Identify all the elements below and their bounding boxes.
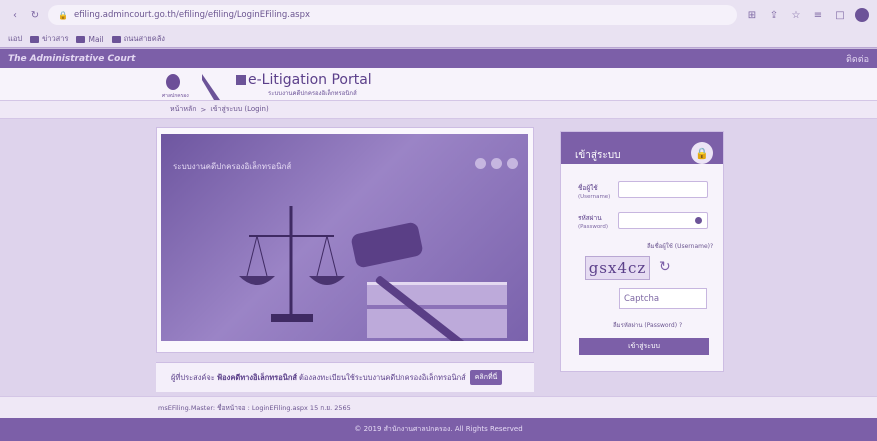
refresh-icon[interactable]: ↻: [659, 259, 671, 275]
bookmark-icon: [30, 35, 40, 43]
reload-icon[interactable]: ↻: [28, 8, 42, 22]
slider-dot[interactable]: [475, 158, 486, 169]
bookmark-icon: [111, 35, 121, 43]
contact-link[interactable]: ติดต่อ: [846, 52, 869, 66]
login-header: เข้าสู่ระบบ 🔒: [561, 132, 723, 164]
password-input[interactable]: [618, 212, 708, 229]
menu-list-icon[interactable]: ≡: [811, 8, 825, 22]
eye-icon[interactable]: [695, 217, 702, 224]
registration-notice: ผู้ที่ประสงค์จะ ฟ้องคดีทางอิเล็กทรอนิกส์…: [156, 362, 534, 392]
password-label: รหัสผ่าน (Password): [578, 214, 608, 230]
share-icon[interactable]: ⇪: [767, 8, 781, 22]
lock-icon: 🔒: [691, 142, 713, 164]
portal-logo-icon: [236, 75, 246, 85]
bookmark-mail[interactable]: Mail: [76, 35, 104, 44]
hero-caption: ระบบงานคดีปกครองอิเล็กทรอนิกส์: [173, 162, 292, 171]
portal-subtitle: ระบบงานคดีปกครองอิเล็กทรอนิกส์: [268, 90, 357, 97]
portal-title: e-Litigation Portal: [236, 72, 372, 88]
site-footer: © 2019 สำนักงานศาลปกครอง. All Rights Res…: [0, 418, 877, 441]
swoosh-logo-icon: [202, 74, 220, 100]
breadcrumb-current: เข้าสู่ระบบ (Login): [210, 105, 269, 113]
court-emblem-icon: [166, 74, 180, 90]
captcha-image: gsx4cz: [585, 256, 650, 280]
page-info-bar: msEFiling.Master: ชื่อหน้าจอ : LoginEFil…: [0, 396, 877, 418]
site-topbar: The Administrative Court ติดต่อ: [0, 49, 877, 68]
slider-dot[interactable]: [491, 158, 502, 169]
breadcrumb-separator: >: [200, 105, 207, 114]
site-brand: The Administrative Court: [8, 53, 136, 64]
bookmark-apps[interactable]: แอป: [8, 33, 22, 45]
username-label: ชื่อผู้ใช้ (Username): [578, 184, 611, 200]
star-icon[interactable]: ☆: [789, 8, 803, 22]
profile-avatar[interactable]: [855, 8, 869, 22]
url-text: efiling.admincourt.go.th/efiling/efiling…: [73, 10, 311, 20]
hero-image: ระบบงานคดีปกครองอิเล็กทรอนิกส์: [161, 134, 528, 341]
emblem-label: ศาลปกครอง: [162, 93, 189, 99]
window-icon[interactable]: □: [833, 8, 847, 22]
notice-suffix: ต้องลงทะเบียนใช้ระบบงานคดีปกครองอิเล็กทร…: [298, 372, 466, 382]
slider-dots: [475, 158, 518, 169]
notice-prefix: ผู้ที่ประสงค์จะ: [171, 372, 215, 382]
login-panel: เข้าสู่ระบบ 🔒 ชื่อผู้ใช้ (Username) รหัส…: [560, 131, 724, 372]
breadcrumb: หน้าหลัก > เข้าสู่ระบบ (Login): [0, 101, 877, 119]
mail-icon: [76, 35, 86, 43]
lock-icon: 🔒: [58, 10, 68, 20]
translate-icon[interactable]: ⊞: [745, 8, 759, 22]
bookmark-news[interactable]: ข่าวสาร: [30, 33, 68, 45]
address-bar[interactable]: 🔒 efiling.admincourt.go.th/efiling/efili…: [48, 5, 737, 25]
captcha-input[interactable]: Captcha: [619, 288, 707, 309]
login-title: เข้าสู่ระบบ: [575, 150, 621, 161]
register-button[interactable]: คลิกที่นี่: [469, 370, 503, 385]
bookmark-other[interactable]: ถนนสายคลัง: [111, 33, 165, 45]
forgot-username-link[interactable]: ลืมชื่อผู้ใช้ (Username)?: [647, 241, 713, 251]
login-button[interactable]: เข้าสู่ระบบ: [579, 338, 709, 355]
back-icon[interactable]: ‹: [8, 8, 22, 22]
notice-bold: ฟ้องคดีทางอิเล็กทรอนิกส์: [216, 372, 297, 382]
browser-toolbar: ‹ ↻ 🔒 efiling.admincourt.go.th/efiling/e…: [0, 0, 877, 30]
site-header: ศาลปกครอง e-Litigation Portal ระบบงานคดี…: [0, 68, 877, 101]
browser-chrome: ‹ ↻ 🔒 efiling.admincourt.go.th/efiling/e…: [0, 0, 877, 48]
username-input[interactable]: [618, 181, 708, 198]
bookmarks-bar: แอป ข่าวสาร Mail ถนนสายคลัง: [8, 33, 165, 45]
forgot-password-link[interactable]: ลืมรหัสผ่าน (Password) ?: [613, 320, 682, 330]
breadcrumb-home[interactable]: หน้าหลัก: [170, 104, 196, 115]
slider-dot[interactable]: [507, 158, 518, 169]
